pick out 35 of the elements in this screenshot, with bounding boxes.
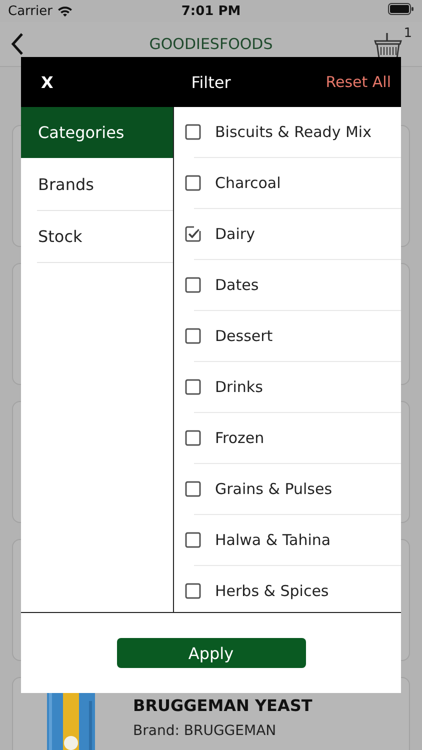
checkbox[interactable] — [185, 328, 201, 344]
battery-icon — [388, 3, 414, 15]
option-label: Dairy — [215, 225, 255, 243]
option-label: Frozen — [215, 429, 264, 447]
filter-title: Filter — [191, 72, 231, 92]
option-label: Grains & Pulses — [215, 480, 332, 498]
checkbox[interactable] — [185, 481, 201, 497]
option-label: Drinks — [215, 378, 263, 396]
checkbox[interactable] — [185, 175, 201, 191]
option-label: Dessert — [215, 327, 273, 345]
apply-button[interactable]: Apply — [116, 638, 306, 668]
filter-category-tab[interactable]: Categories — [21, 107, 173, 158]
product-brand: Brand: BRUGGEMAN — [133, 723, 278, 739]
checkbox[interactable] — [185, 124, 201, 140]
option-label: Halwa & Tahina — [215, 531, 331, 549]
checkbox[interactable] — [185, 532, 201, 548]
option-label: Charcoal — [215, 174, 281, 192]
option-label: Herbs & Spices — [215, 582, 329, 600]
app-title: GOODIESFOODS — [149, 35, 273, 53]
checkbox[interactable] — [185, 277, 201, 293]
cart-count-label: 1 — [404, 26, 412, 41]
checkbox[interactable] — [185, 226, 201, 242]
product-name: BRUGGEMAN YEAST — [133, 696, 312, 715]
option-label: Dates — [215, 276, 259, 294]
basket-icon[interactable] — [374, 32, 402, 60]
wifi-icon — [57, 5, 74, 17]
option-label: Biscuits & Ready Mix — [215, 123, 372, 141]
carrier-label: Carrier — [8, 4, 52, 18]
reset-all-button[interactable]: Reset All — [326, 69, 391, 95]
checkbox[interactable] — [185, 379, 201, 395]
time-label: 7:01 PM — [181, 4, 241, 18]
checkbox[interactable] — [185, 583, 201, 599]
back-icon[interactable] — [10, 32, 24, 56]
close-button[interactable]: X — [35, 68, 60, 96]
checkbox[interactable] — [185, 430, 201, 446]
